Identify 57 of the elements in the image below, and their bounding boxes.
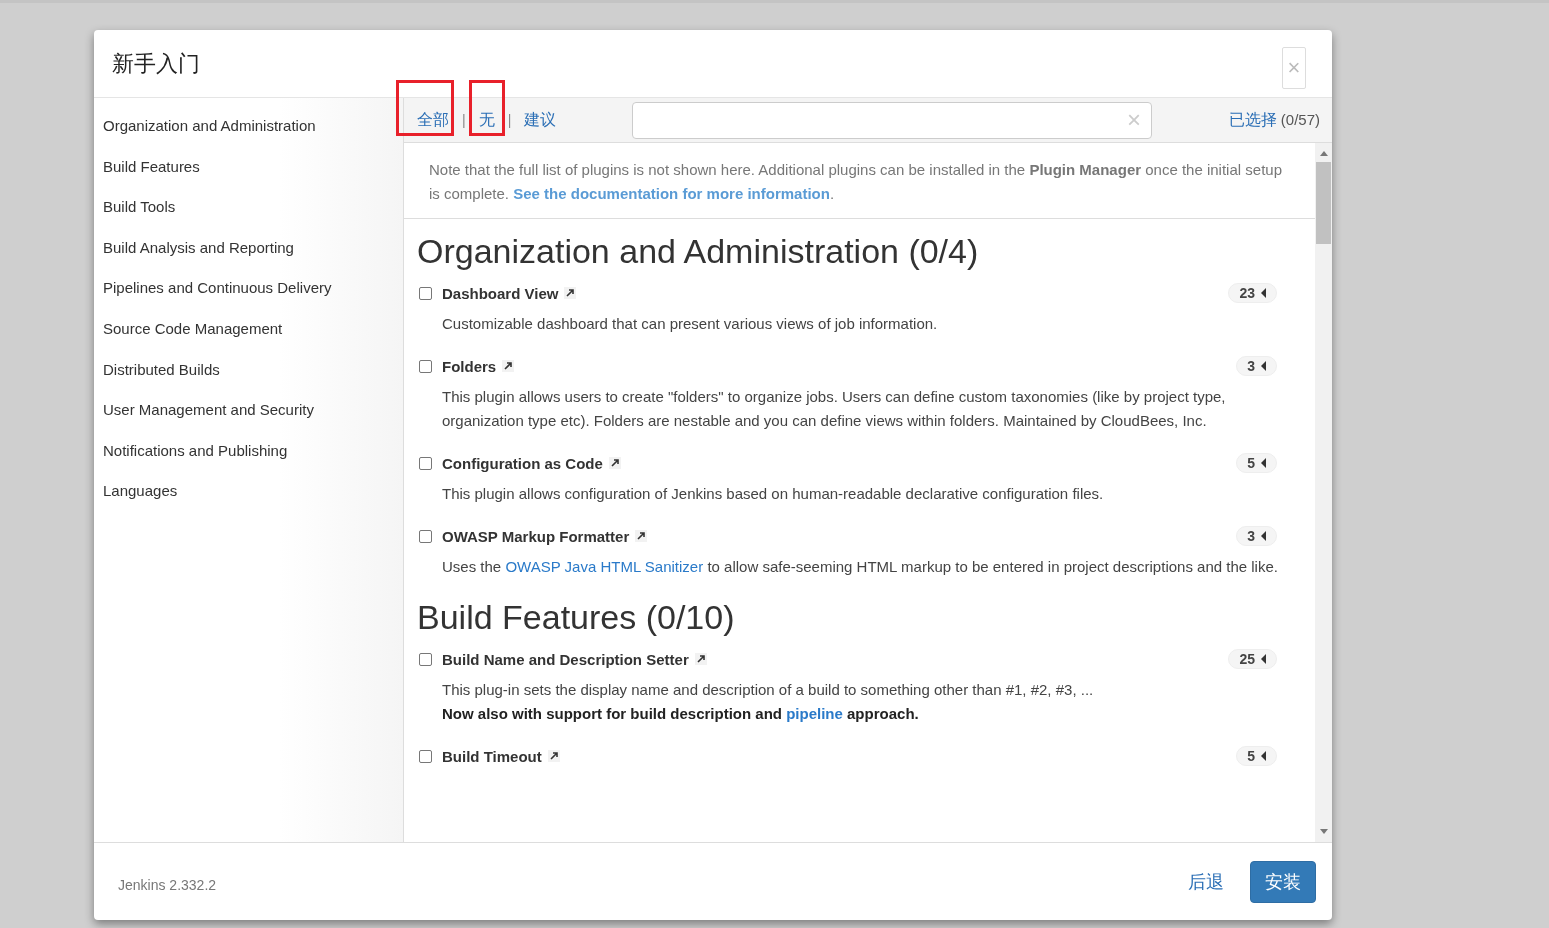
filter-link[interactable]: 全部	[416, 110, 450, 128]
sidebar-item[interactable]: Build Features	[103, 152, 403, 194]
external-link-icon[interactable]	[608, 457, 621, 469]
dependency-count[interactable]: 3	[1236, 526, 1277, 546]
dialog-title: 新手入门	[112, 49, 200, 78]
filter-link[interactable]: 无	[477, 110, 496, 128]
scrollbar[interactable]	[1315, 143, 1332, 842]
separator: |	[462, 112, 466, 128]
checkbox[interactable]	[419, 456, 432, 470]
external-link-icon[interactable]	[547, 750, 560, 762]
external-link-icon[interactable]	[502, 360, 515, 372]
documentation-link[interactable]: OWASP Java HTML Sanitizer	[505, 558, 704, 575]
external-link-icon[interactable]	[694, 653, 707, 665]
sidebar-item[interactable]: Languages	[103, 477, 403, 518]
external-link-icon[interactable]	[564, 287, 577, 299]
dependency-count[interactable]: 5	[1236, 746, 1277, 766]
plugin-description: Uses the OWASP Java HTML Sanitizer to allow safe-seeming HTML markup to be entered in project descriptions and the like.	[442, 557, 1279, 577]
back-link[interactable]: 后退	[1188, 869, 1224, 894]
plugin-name: Dashboard View	[442, 284, 559, 302]
dependency-count[interactable]: 23	[1228, 283, 1277, 303]
install-button[interactable]: 安装	[1250, 860, 1316, 903]
sidebar-item[interactable]: Source Code Management	[103, 314, 403, 356]
plugin-description: This plugin allows configuration of Jenkins based on human-readable declarative configuration files.	[442, 484, 1105, 504]
sidebar-item[interactable]: Pipelines and Continuous Delivery	[103, 274, 403, 315]
dependency-count[interactable]: 25	[1228, 649, 1277, 669]
checkbox[interactable]	[419, 529, 432, 543]
sidebar-item[interactable]: User Management and Security	[103, 396, 403, 437]
checkbox[interactable]	[419, 652, 432, 666]
plugin-name: OWASP Markup Formatter	[442, 527, 630, 545]
selected-count: (0/57)	[1279, 110, 1320, 128]
plugin-name: Folders	[442, 357, 497, 375]
sidebar-item[interactable]: Build Analysis and Reporting	[103, 233, 403, 275]
plugin-name: Configuration as Code	[442, 454, 603, 472]
section-heading: Organization and Administration (0/4)	[417, 231, 980, 271]
filter-link[interactable]: 建议	[523, 110, 558, 128]
plugin-description: Now also with support for build description and pipeline approach.	[442, 704, 920, 724]
sidebar-item[interactable]: Notifications and Publishing	[103, 436, 403, 478]
info-note: Note that the full list of plugins is not shown here. Additional plugins can be installed in the Plugin Manager once the initial setup is complete. See the documentation for more information.	[429, 160, 1283, 204]
documentation-link[interactable]: pipeline	[786, 705, 843, 722]
dependency-count[interactable]: 3	[1236, 356, 1277, 376]
section-heading: Build Features (0/10)	[417, 597, 736, 637]
plugin-description: This plug-in sets the display name and description of a build to something other than #1, #2, #3, ...	[442, 680, 1095, 700]
checkbox[interactable]	[419, 359, 432, 373]
separator: |	[507, 112, 512, 128]
sidebar-item[interactable]: Distributed Builds	[103, 355, 403, 397]
plugin-description: This plugin allows users to create "folders" to organize jobs. Users can define custom taxonomies (like by project type, organization type etc). Folders are nestable and you can define views within folders. Maintained by CloudBees, Inc.	[442, 387, 1227, 431]
external-link-icon[interactable]	[635, 530, 648, 542]
plugin-description: Customizable dashboard that can present various views of job information.	[442, 314, 939, 334]
sidebar-item[interactable]: Organization and Administration	[103, 112, 403, 153]
checkbox[interactable]	[419, 749, 432, 763]
sidebar-item[interactable]: Build Tools	[103, 193, 403, 234]
plugin-name: Build Name and Description Setter	[442, 650, 689, 668]
version-label: Jenkins 2.332.2	[118, 876, 217, 893]
dependency-count[interactable]: 5	[1236, 453, 1277, 473]
plugin-name: Build Timeout	[442, 747, 542, 765]
selected-link[interactable]: 已选择	[1228, 110, 1277, 128]
checkbox[interactable]	[419, 286, 432, 300]
